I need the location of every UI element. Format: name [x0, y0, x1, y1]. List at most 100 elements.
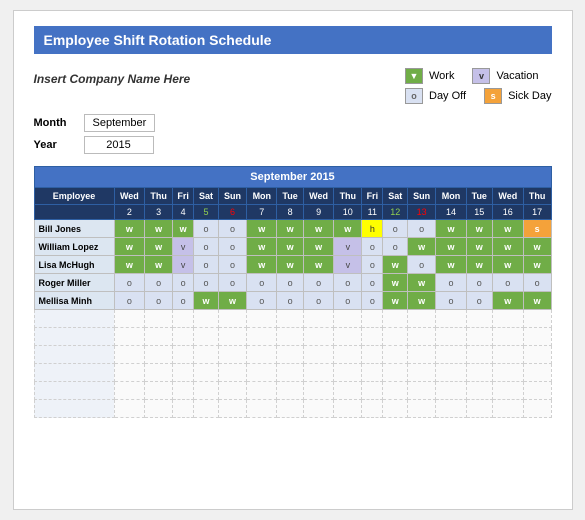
shift-cell[interactable]: w — [436, 220, 466, 238]
shift-cell[interactable]: o — [247, 274, 277, 292]
shift-cell[interactable]: w — [277, 256, 303, 274]
shift-cell[interactable]: o — [114, 274, 145, 292]
shift-cell[interactable]: s — [523, 220, 551, 238]
shift-cell[interactable]: o — [303, 292, 334, 310]
shift-cell[interactable]: o — [383, 220, 408, 238]
shift-cell[interactable]: w — [466, 256, 492, 274]
shift-cell[interactable]: w — [334, 220, 362, 238]
month-year-section: Month September Year 2015 — [34, 114, 552, 154]
shift-cell[interactable]: o — [218, 220, 246, 238]
shift-cell[interactable]: w — [303, 238, 334, 256]
shift-cell[interactable]: o — [362, 292, 383, 310]
empty-cell — [334, 346, 362, 364]
shift-cell[interactable]: o — [492, 274, 523, 292]
shift-cell[interactable]: o — [407, 256, 435, 274]
shift-cell[interactable]: o — [145, 292, 173, 310]
shift-cell[interactable]: o — [362, 274, 383, 292]
shift-cell[interactable]: h — [362, 220, 383, 238]
shift-cell[interactable]: w — [523, 238, 551, 256]
shift-cell[interactable]: w — [247, 220, 277, 238]
shift-cell[interactable]: w — [383, 274, 408, 292]
shift-cell[interactable]: w — [114, 256, 145, 274]
shift-cell[interactable]: v — [334, 256, 362, 274]
shift-cell[interactable]: w — [114, 238, 145, 256]
shift-cell[interactable]: o — [218, 274, 246, 292]
shift-cell[interactable]: o — [172, 274, 193, 292]
shift-cell[interactable]: o — [466, 292, 492, 310]
vacation-label: Vacation — [496, 70, 538, 82]
shift-cell[interactable]: o — [145, 274, 173, 292]
shift-cell[interactable]: w — [407, 274, 435, 292]
shift-cell[interactable]: w — [145, 256, 173, 274]
empty-cell — [218, 310, 246, 328]
shift-cell[interactable]: w — [492, 238, 523, 256]
day-col-header: Fri — [172, 188, 193, 205]
shift-cell[interactable]: w — [114, 220, 145, 238]
year-value[interactable]: 2015 — [84, 136, 154, 154]
legend: ▼ Work v Vacation o Day Off — [405, 68, 552, 104]
date-cell: 8 — [277, 205, 303, 220]
shift-cell[interactable]: o — [362, 238, 383, 256]
shift-cell[interactable]: w — [218, 292, 246, 310]
shift-cell[interactable]: w — [145, 238, 173, 256]
empty-cell — [303, 382, 334, 400]
shift-cell[interactable]: o — [277, 274, 303, 292]
shift-cell[interactable]: o — [114, 292, 145, 310]
shift-cell[interactable]: o — [194, 256, 219, 274]
empty-cell — [34, 328, 114, 346]
shift-cell[interactable]: w — [383, 256, 408, 274]
shift-cell[interactable]: o — [194, 220, 219, 238]
shift-cell[interactable]: o — [436, 274, 466, 292]
shift-cell[interactable]: w — [172, 220, 193, 238]
shift-cell[interactable]: w — [436, 256, 466, 274]
shift-cell[interactable]: w — [492, 292, 523, 310]
shift-cell[interactable]: o — [277, 292, 303, 310]
empty-cell — [407, 310, 435, 328]
shift-cell[interactable]: o — [172, 292, 193, 310]
empty-row — [34, 310, 551, 328]
shift-cell[interactable]: w — [492, 256, 523, 274]
shift-cell[interactable]: w — [277, 220, 303, 238]
month-value[interactable]: September — [84, 114, 156, 132]
shift-cell[interactable]: w — [303, 256, 334, 274]
shift-cell[interactable]: w — [247, 238, 277, 256]
shift-cell[interactable]: w — [523, 292, 551, 310]
shift-cell[interactable]: w — [436, 238, 466, 256]
shift-cell[interactable]: w — [407, 238, 435, 256]
shift-cell[interactable]: o — [362, 256, 383, 274]
empty-cell — [145, 400, 173, 418]
shift-cell[interactable]: v — [172, 256, 193, 274]
shift-cell[interactable]: o — [466, 274, 492, 292]
shift-cell[interactable]: w — [492, 220, 523, 238]
shift-cell[interactable]: w — [247, 256, 277, 274]
date-cell: 2 — [114, 205, 145, 220]
shift-cell[interactable]: w — [523, 256, 551, 274]
shift-cell[interactable]: w — [303, 220, 334, 238]
shift-cell[interactable]: o — [218, 238, 246, 256]
shift-cell[interactable]: o — [334, 274, 362, 292]
shift-cell[interactable]: w — [466, 220, 492, 238]
shift-cell[interactable]: o — [194, 274, 219, 292]
shift-cell[interactable]: o — [303, 274, 334, 292]
shift-cell[interactable]: o — [334, 292, 362, 310]
date-cell: 16 — [492, 205, 523, 220]
shift-cell[interactable]: v — [334, 238, 362, 256]
shift-cell[interactable]: w — [277, 238, 303, 256]
table-row: Mellisa Minhooowwooooowwooww — [34, 292, 551, 310]
shift-cell[interactable]: v — [172, 238, 193, 256]
shift-cell[interactable]: w — [383, 292, 408, 310]
shift-cell[interactable]: w — [145, 220, 173, 238]
shift-cell[interactable]: o — [436, 292, 466, 310]
shift-cell[interactable]: o — [523, 274, 551, 292]
shift-cell[interactable]: o — [383, 238, 408, 256]
shift-cell[interactable]: o — [247, 292, 277, 310]
shift-cell[interactable]: o — [218, 256, 246, 274]
shift-cell[interactable]: w — [466, 238, 492, 256]
shift-cell[interactable]: w — [407, 292, 435, 310]
shift-cell[interactable]: o — [407, 220, 435, 238]
shift-cell[interactable]: w — [194, 292, 219, 310]
empty-cell — [218, 364, 246, 382]
shift-cell[interactable]: o — [194, 238, 219, 256]
empty-cell — [383, 364, 408, 382]
empty-cell — [383, 400, 408, 418]
